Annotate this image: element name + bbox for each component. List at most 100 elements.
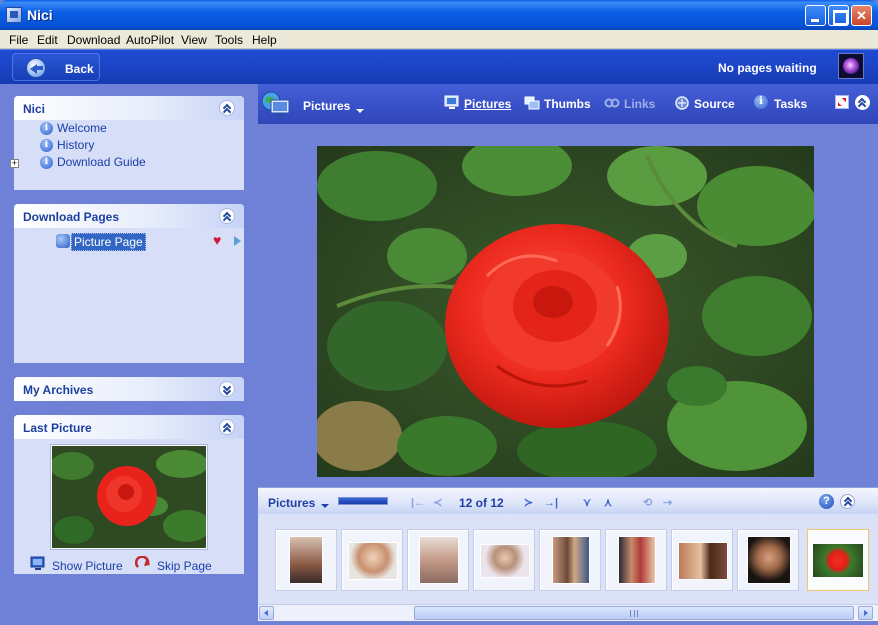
source-icon: [675, 96, 689, 110]
menu-view[interactable]: View: [181, 33, 207, 47]
show-picture-label: Show Picture: [52, 559, 123, 573]
filmstrip-thumbnail[interactable]: [539, 529, 601, 591]
heart-icon[interactable]: ♥: [213, 233, 227, 247]
view-selector[interactable]: Pictures: [303, 99, 350, 113]
back-arrow-icon: [26, 58, 46, 78]
menu-bar: File Edit Download AutoPilot View Tools …: [0, 30, 878, 49]
collapse-icon[interactable]: [855, 95, 870, 110]
filmstrip-thumbnail[interactable]: [275, 529, 337, 591]
horizontal-scrollbar[interactable]: [258, 604, 878, 621]
panel-title: Nici: [23, 102, 46, 116]
picture-counter: 12 of 12: [459, 496, 504, 510]
menu-help[interactable]: Help: [252, 33, 277, 47]
main-picture[interactable]: [317, 146, 814, 477]
rose-photo: [317, 146, 814, 477]
thumbnail-image: [419, 536, 459, 584]
filmstrip-toolbar: Pictures |← ≺ 12 of 12 ≻ →| ⋎ ⋏ ⟲ ⇢ ?: [258, 487, 878, 514]
thumbnail-image: [812, 543, 864, 578]
first-picture-icon[interactable]: |←: [411, 497, 425, 509]
last-picture-thumbnail[interactable]: [51, 445, 207, 549]
filmstrip-thumbnail[interactable]: [473, 529, 535, 591]
chevron-down-icon[interactable]: [356, 109, 364, 113]
collapse-icon[interactable]: [219, 100, 235, 116]
panel-last-picture: Last Picture Show Picture Skip Page: [14, 415, 244, 574]
tab-label: Links: [624, 97, 656, 111]
filmstrip-thumbnail-selected[interactable]: [807, 529, 869, 591]
scroll-thumb[interactable]: [414, 606, 854, 620]
tab-label: Thumbs: [544, 97, 591, 111]
viewer-pane: Pictures Pictures Thumbs Links Source i …: [258, 84, 878, 625]
scroll-left-icon[interactable]: [259, 606, 274, 620]
monitor-icon: [30, 556, 45, 570]
thumbnail-image: [480, 544, 530, 578]
filmstrip-selector[interactable]: Pictures: [268, 496, 315, 510]
minimize-button[interactable]: [805, 5, 826, 26]
menu-autopilot[interactable]: AutoPilot: [126, 33, 174, 47]
skip-page-label: Skip Page: [157, 559, 212, 573]
tab-label: Tasks: [774, 97, 808, 111]
previous-picture-icon[interactable]: ≺: [433, 497, 442, 509]
panel-header[interactable]: Nici: [14, 96, 244, 120]
collapse-icon[interactable]: [840, 494, 855, 509]
close-button[interactable]: ✕: [851, 5, 872, 26]
skip-arrow-icon: [135, 556, 150, 568]
info-icon: i: [40, 139, 53, 152]
menu-tools[interactable]: Tools: [215, 33, 243, 47]
filmstrip-thumbnail[interactable]: [605, 529, 667, 591]
expand-plus-icon[interactable]: +: [10, 159, 19, 168]
panel-my-archives: My Archives: [14, 377, 244, 401]
tab-label: Source: [694, 97, 735, 111]
thumbnail-image: [747, 536, 791, 584]
filmstrip-thumbnail[interactable]: [737, 529, 799, 591]
collapse-icon[interactable]: [219, 419, 235, 435]
next-picture-icon[interactable]: ≻: [524, 497, 533, 509]
panel-header[interactable]: My Archives: [14, 377, 244, 401]
activity-orb-icon[interactable]: [838, 53, 864, 79]
pictures-view-icon[interactable]: [261, 90, 291, 118]
status-text: No pages waiting: [718, 61, 817, 75]
download-page-label: Picture Page: [71, 233, 146, 251]
scroll-right-icon[interactable]: [858, 606, 873, 620]
rose-photo-thumb: [52, 446, 206, 548]
panel-title: My Archives: [23, 383, 94, 397]
play-icon[interactable]: [234, 236, 241, 246]
app-window: Nici ✕ File Edit Download AutoPilot View…: [0, 0, 878, 625]
thumbs-icon: [524, 96, 540, 110]
maximize-button[interactable]: [828, 5, 849, 26]
thumbnail-image: [289, 536, 323, 584]
back-label: Back: [65, 62, 94, 76]
panel-header[interactable]: Last Picture: [14, 415, 244, 439]
filmstrip-thumbnail[interactable]: [407, 529, 469, 591]
menu-edit[interactable]: Edit: [37, 33, 58, 47]
navigation-bar: Back No pages waiting: [0, 49, 878, 84]
page-icon: [56, 234, 70, 248]
title-bar[interactable]: Nici ✕: [0, 0, 878, 30]
forward-icon[interactable]: ⇢: [663, 497, 672, 509]
last-picture-icon[interactable]: →|: [544, 497, 558, 509]
zoom-in-icon[interactable]: ⋎: [583, 497, 591, 509]
panel-title: Last Picture: [23, 421, 92, 435]
filmstrip-thumbnail[interactable]: [341, 529, 403, 591]
info-icon: i: [40, 122, 53, 135]
links-icon: [604, 98, 620, 108]
thumbnail-image: [552, 536, 590, 584]
link-label: Welcome: [57, 121, 107, 135]
rotate-icon[interactable]: ⟲: [643, 497, 652, 509]
panel-download-pages: Download Pages Picture Page ♥: [14, 204, 244, 363]
help-icon[interactable]: ?: [819, 494, 834, 509]
menu-download[interactable]: Download: [67, 33, 120, 47]
viewer-toolbar: Pictures Pictures Thumbs Links Source i …: [258, 84, 878, 124]
layout-grid-icon[interactable]: [835, 95, 849, 109]
collapse-icon[interactable]: [219, 208, 235, 224]
expand-icon[interactable]: [219, 381, 235, 397]
back-button[interactable]: Back: [12, 53, 100, 81]
panel-title: Download Pages: [23, 210, 120, 224]
chevron-down-icon[interactable]: [321, 504, 329, 508]
thumbnail-image: [678, 542, 728, 580]
zoom-out-icon[interactable]: ⋏: [604, 497, 612, 509]
grip-icon: [630, 610, 638, 617]
filmstrip-thumbnail[interactable]: [671, 529, 733, 591]
thumbnail-image: [348, 542, 398, 580]
menu-file[interactable]: File: [9, 33, 28, 47]
panel-header[interactable]: Download Pages: [14, 204, 244, 228]
